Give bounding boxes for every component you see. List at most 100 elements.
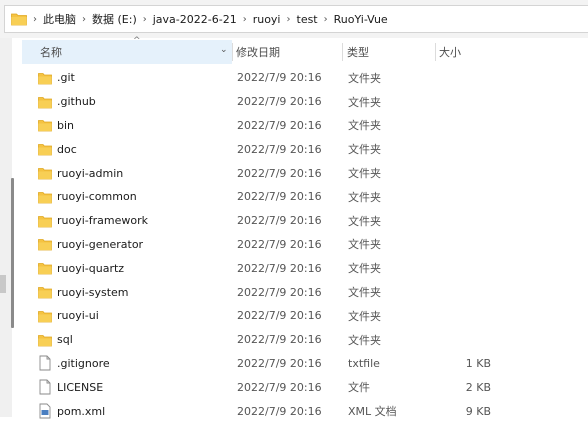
file-type: 文件夹	[348, 214, 381, 228]
file-date: 2022/7/9 20:16	[237, 309, 322, 323]
folder-icon	[38, 94, 52, 110]
file-name: .gitignore	[57, 356, 110, 370]
file-row[interactable]: .gitignore 2022/7/9 20:16 txtfile 1 KB	[0, 352, 588, 376]
file-date: 2022/7/9 20:16	[237, 261, 322, 275]
column-header-type[interactable]: 类型	[345, 40, 439, 64]
file-date: 2022/7/9 20:16	[237, 214, 322, 228]
chevron-right-icon[interactable]: ›	[324, 14, 328, 25]
file-type: 文件夹	[348, 190, 381, 204]
file-date: 2022/7/9 20:16	[237, 71, 322, 85]
chevron-right-icon[interactable]: ›	[243, 14, 247, 25]
folder-row[interactable]: bin 2022/7/9 20:16 文件夹	[0, 114, 588, 138]
folder-icon	[38, 260, 52, 276]
file-icon	[38, 355, 52, 371]
file-type: txtfile	[348, 356, 380, 370]
folder-icon	[38, 120, 52, 132]
folder-icon	[38, 332, 52, 348]
breadcrumb-item[interactable]: RuoYi-Vue	[334, 13, 388, 26]
chevron-right-icon[interactable]: ›	[33, 14, 37, 25]
file-type: 文件夹	[348, 309, 381, 323]
chevron-right-icon[interactable]: ›	[143, 14, 147, 25]
folder-icon	[38, 144, 52, 156]
folder-row[interactable]: ruoyi-generator 2022/7/9 20:16 文件夹	[0, 233, 588, 257]
file-name: ruoyi-common	[57, 190, 137, 204]
file-name: ruoyi-framework	[57, 214, 148, 228]
file-icon	[39, 379, 51, 395]
sort-up-icon: ^	[133, 36, 141, 46]
breadcrumb-item[interactable]: ruoyi	[253, 13, 281, 26]
file-name: .github	[57, 95, 96, 109]
folder-icon	[38, 117, 52, 133]
folder-icon	[38, 263, 52, 275]
folder-icon	[11, 12, 27, 26]
file-row[interactable]: pom.xml 2022/7/9 20:16 XML 文档 9 KB	[0, 399, 588, 423]
folder-icon	[38, 72, 52, 85]
file-date: 2022/7/9 20:16	[237, 380, 322, 394]
file-name: LICENSE	[57, 380, 104, 394]
breadcrumb-item[interactable]: 数据 (E:)	[92, 11, 137, 27]
folder-icon	[38, 310, 52, 323]
column-header-row: 名称 ^ ⌄ 修改日期 类型 大小	[22, 36, 588, 64]
folder-row[interactable]: ruoyi-system 2022/7/9 20:16 文件夹	[0, 280, 588, 304]
file-date: 2022/7/9 20:16	[237, 333, 322, 347]
file-type: 文件夹	[348, 71, 381, 85]
folder-icon	[38, 141, 52, 157]
folder-icon	[38, 165, 52, 181]
folder-row[interactable]: ruoyi-admin 2022/7/9 20:16 文件夹	[0, 161, 588, 185]
file-date: 2022/7/9 20:16	[237, 142, 322, 156]
file-date: 2022/7/9 20:16	[237, 404, 322, 418]
file-type: 文件	[348, 381, 370, 395]
folder-row[interactable]: sql 2022/7/9 20:16 文件夹	[0, 328, 588, 352]
file-date: 2022/7/9 20:16	[237, 237, 322, 251]
file-name: ruoyi-system	[57, 285, 129, 299]
column-header-date[interactable]: 修改日期	[234, 40, 344, 64]
folder-row[interactable]: ruoyi-framework 2022/7/9 20:16 文件夹	[0, 209, 588, 233]
folder-row[interactable]: ruoyi-common 2022/7/9 20:16 文件夹	[0, 185, 588, 209]
chevron-right-icon[interactable]: ›	[82, 14, 86, 25]
file-date: 2022/7/9 20:16	[237, 118, 322, 132]
file-list-pane: 名称 ^ ⌄ 修改日期 类型 大小 .git 2022/7/9 20:16 文件夹.…	[0, 36, 588, 419]
folder-icon	[38, 168, 52, 180]
folder-icon	[38, 215, 52, 228]
chevron-right-icon[interactable]: ›	[287, 14, 291, 25]
breadcrumb-item[interactable]: java-2022-6-21	[153, 13, 237, 26]
file-type: 文件夹	[348, 119, 381, 133]
file-date: 2022/7/9 20:16	[237, 166, 322, 180]
folder-row[interactable]: doc 2022/7/9 20:16 文件夹	[0, 137, 588, 161]
file-name: ruoyi-generator	[57, 237, 144, 251]
file-date: 2022/7/9 20:16	[237, 95, 322, 109]
title-bar: › 此电脑 › 数据 (E:) › java-2022-6-21 › ruoyi › test › R…	[0, 0, 588, 38]
file-date: 2022/7/9 20:16	[237, 356, 322, 370]
column-header-name[interactable]: 名称 ^ ⌄	[22, 36, 232, 64]
column-divider[interactable]	[342, 43, 343, 61]
address-bar[interactable]: › 此电脑 › 数据 (E:) › java-2022-6-21 › ruoyi › test › R…	[4, 5, 588, 33]
file-name: ruoyi-ui	[57, 309, 99, 323]
chevron-down-icon[interactable]: ⌄	[220, 45, 228, 55]
folder-icon	[38, 70, 52, 86]
column-divider[interactable]	[232, 43, 233, 61]
folder-icon	[38, 236, 52, 252]
column-header-size-label: 大小	[439, 46, 461, 59]
folder-icon	[38, 334, 52, 347]
file-row[interactable]: LICENSE 2022/7/9 20:16 文件 2 KB	[0, 375, 588, 399]
column-header-size[interactable]: 大小	[437, 40, 519, 64]
folder-row[interactable]: ruoyi-ui 2022/7/9 20:16 文件夹	[0, 304, 588, 328]
file-name: doc	[57, 142, 77, 156]
file-type: 文件夹	[348, 238, 381, 252]
file-date: 2022/7/9 20:16	[237, 285, 322, 299]
file-name: .git	[57, 71, 75, 85]
breadcrumb-item[interactable]: 此电脑	[43, 11, 76, 27]
file-type: 文件夹	[348, 167, 381, 181]
folder-icon	[38, 213, 52, 229]
folder-row[interactable]: .git 2022/7/9 20:16 文件夹	[0, 66, 588, 90]
folder-row[interactable]: ruoyi-quartz 2022/7/9 20:16 文件夹	[0, 256, 588, 280]
breadcrumb-item[interactable]: test	[297, 13, 318, 26]
file-size: 9 KB	[465, 404, 491, 418]
folder-row[interactable]: .github 2022/7/9 20:16 文件夹	[0, 90, 588, 114]
folder-icon	[38, 284, 52, 300]
folder-icon	[38, 308, 52, 324]
folder-icon	[38, 287, 52, 299]
folder-icon	[38, 96, 52, 109]
column-divider[interactable]	[435, 43, 436, 61]
file-name: sql	[57, 333, 73, 347]
